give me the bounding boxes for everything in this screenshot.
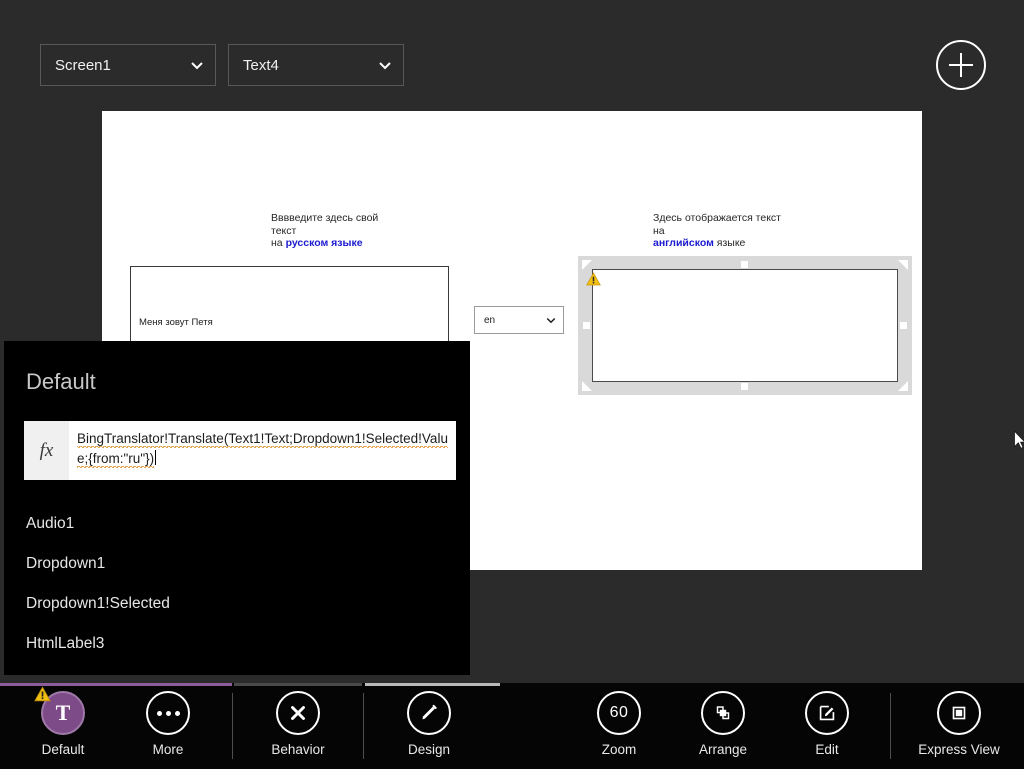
plus-icon-vertical bbox=[960, 53, 962, 77]
autocomplete-label: HtmlLabel3 bbox=[26, 635, 105, 652]
control-selector-dropdown[interactable]: Text4 bbox=[228, 44, 404, 86]
selection-handle-top[interactable] bbox=[741, 261, 748, 268]
label-english-bold: английском bbox=[653, 237, 714, 249]
fx-icon: fx bbox=[24, 421, 69, 480]
chevron-down-icon bbox=[545, 314, 557, 326]
text-control-glyph: T bbox=[55, 700, 71, 725]
autocomplete-item-dropdown1-selected[interactable]: Dropdown1!Selected bbox=[4, 584, 470, 624]
zoom-level-value: 60 bbox=[609, 704, 629, 721]
autocomplete-label: Audio1 bbox=[26, 515, 75, 532]
label-russian-bold: русском языке bbox=[285, 237, 363, 249]
selection-corner-bottom-left[interactable] bbox=[582, 381, 592, 391]
formula-panel: Default fx BingTranslator!Translate(Text… bbox=[4, 341, 470, 675]
chevron-down-icon bbox=[377, 57, 393, 73]
toolbar-label: Express View bbox=[918, 742, 1000, 757]
label-english-suffix: языке bbox=[713, 237, 746, 249]
label-russian-prefix: на bbox=[271, 237, 286, 249]
formula-input[interactable]: BingTranslator!Translate(Text1!Text;Drop… bbox=[69, 421, 456, 480]
toolbar-label: Arrange bbox=[698, 742, 748, 757]
text-control-icon: T bbox=[34, 686, 85, 735]
toolbar-item-express-view[interactable]: Express View bbox=[911, 691, 1007, 763]
bottom-toolbar: T Default More Behavior Design 60 Zoom A… bbox=[0, 683, 1024, 769]
autocomplete-label: Dropdown1 bbox=[26, 555, 106, 572]
pencil-icon bbox=[407, 691, 451, 735]
toolbar-item-more[interactable]: More bbox=[120, 691, 216, 763]
target-language-dropdown[interactable]: en bbox=[474, 306, 564, 334]
screen-selector-dropdown[interactable]: Screen1 bbox=[40, 44, 216, 86]
autocomplete-label: Dropdown1!Selected bbox=[26, 595, 170, 612]
selection-corner-top-right[interactable] bbox=[898, 260, 908, 270]
chevron-down-icon bbox=[189, 57, 205, 73]
selection-corner-bottom-right[interactable] bbox=[898, 381, 908, 391]
text-cursor bbox=[155, 450, 157, 465]
selection-handle-bottom[interactable] bbox=[741, 383, 748, 390]
toolbar-separator-1 bbox=[232, 693, 233, 759]
warning-triangle-icon bbox=[34, 686, 51, 702]
toolbar-label: Design bbox=[407, 742, 451, 757]
toolbar-item-arrange[interactable]: Arrange bbox=[675, 691, 771, 763]
behavior-arrows-icon bbox=[276, 691, 320, 735]
ellipsis-icon bbox=[146, 691, 190, 735]
selection-handle-left[interactable] bbox=[583, 322, 590, 329]
autocomplete-item-dropdown1[interactable]: Dropdown1 bbox=[4, 544, 470, 584]
toolbar-item-edit[interactable]: Edit bbox=[779, 691, 875, 763]
selection-handle-right[interactable] bbox=[900, 322, 907, 329]
toolbar-label: More bbox=[152, 742, 184, 757]
toolbar-label: Behavior bbox=[271, 742, 325, 757]
label-russian-instruction: Вввведите здесь свой текст на русском яз… bbox=[271, 212, 401, 250]
formula-text-part1: BingTranslator!Translate(Text1!Text;Drop… bbox=[77, 431, 366, 448]
autocomplete-item-htmllabel3[interactable]: HtmlLabel3 bbox=[4, 624, 470, 664]
toolbar-separator-2 bbox=[363, 693, 364, 759]
toolbar-rule-segment-1 bbox=[234, 683, 362, 686]
add-control-button[interactable] bbox=[936, 40, 986, 90]
edit-pencil-square-icon bbox=[805, 691, 849, 735]
label-english-instruction: Здесь отображается текст на английском я… bbox=[653, 212, 793, 250]
target-language-value: en bbox=[484, 314, 496, 326]
warning-triangle-icon[interactable] bbox=[586, 272, 601, 286]
selection-corner-top-left[interactable] bbox=[582, 260, 592, 270]
zoom-level-icon: 60 bbox=[597, 691, 641, 735]
toolbar-separator-3 bbox=[890, 693, 891, 759]
ellipsis-dots bbox=[156, 710, 180, 716]
toolbar-label: Default bbox=[41, 742, 85, 757]
toolbar-rule-segment-2 bbox=[365, 683, 500, 686]
autocomplete-item-audio1[interactable]: Audio1 bbox=[4, 504, 470, 544]
app-root: Screen1 Text4 Вввведите здесь свой текст… bbox=[0, 0, 1024, 769]
toolbar-item-behavior[interactable]: Behavior bbox=[250, 691, 346, 763]
property-name-title: Default bbox=[26, 369, 96, 394]
toolbar-label: Zoom bbox=[601, 742, 637, 757]
control-selector-value: Text4 bbox=[243, 56, 279, 74]
screen-selector-value: Screen1 bbox=[55, 56, 111, 74]
label-english-line1: Здесь отображается текст на bbox=[653, 212, 781, 237]
express-view-icon bbox=[937, 691, 981, 735]
source-text-value: Меня зовут Петя bbox=[139, 317, 213, 328]
output-text-selection[interactable] bbox=[578, 256, 912, 395]
autocomplete-list[interactable]: Audio1 Dropdown1 Dropdown1!Selected Html… bbox=[4, 504, 470, 664]
mouse-pointer-icon bbox=[1013, 430, 1024, 450]
toolbar-item-default[interactable]: T Default bbox=[15, 686, 111, 763]
label-russian-line1: Вввведите здесь свой текст bbox=[271, 212, 379, 237]
toolbar-label: Edit bbox=[815, 742, 839, 757]
output-text-control[interactable] bbox=[592, 269, 898, 382]
toolbar-item-zoom[interactable]: 60 Zoom bbox=[571, 691, 667, 763]
arrange-squares-icon bbox=[701, 691, 745, 735]
formula-bar[interactable]: fx BingTranslator!Translate(Text1!Text;D… bbox=[24, 421, 456, 480]
top-bar: Screen1 Text4 bbox=[0, 0, 1024, 111]
toolbar-item-design[interactable]: Design bbox=[381, 691, 477, 763]
